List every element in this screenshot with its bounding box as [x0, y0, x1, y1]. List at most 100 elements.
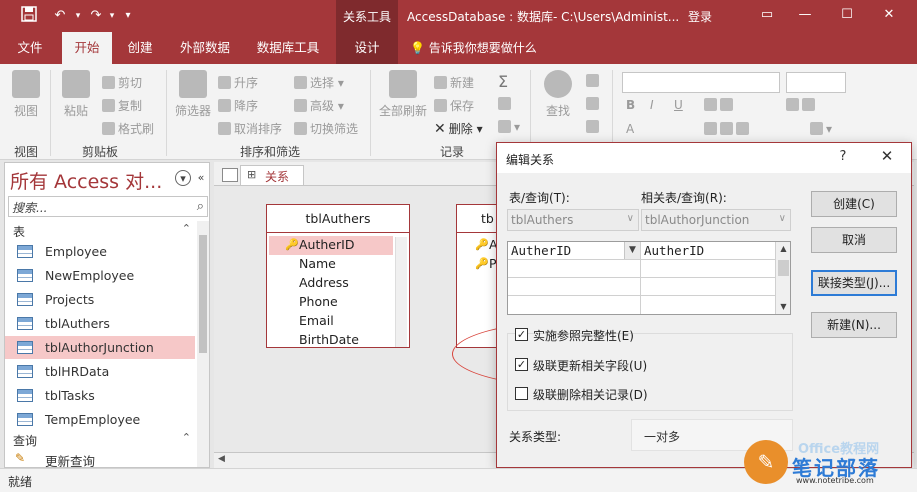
table-query-combo[interactable]: tblAuthers ∨ [507, 209, 639, 231]
nav-item-update-query[interactable]: ✎ 更新查询 [5, 449, 195, 469]
nav-item-projects[interactable]: Projects [5, 288, 195, 311]
create-button[interactable]: 创建(C) [811, 191, 897, 217]
nav-item-tblhrdata[interactable]: tblHRData [5, 360, 195, 383]
cancel-button[interactable]: 取消 [811, 227, 897, 253]
bold-button[interactable]: B [626, 98, 635, 112]
font-size-combo[interactable] [786, 72, 846, 93]
tab-create[interactable]: 创建 [116, 32, 164, 64]
grid-cell-empty[interactable] [641, 296, 776, 314]
grid-scroll-thumb[interactable] [778, 260, 789, 276]
spelling-icon[interactable] [498, 97, 514, 111]
nav-scroll-thumb[interactable] [199, 235, 207, 353]
field-name[interactable]: Name [269, 255, 393, 274]
nav-menu-chevron-icon[interactable]: ▾ [175, 170, 191, 186]
login-link[interactable]: 登录 [688, 8, 712, 25]
redo-icon[interactable]: ↷ [86, 6, 106, 26]
totals-icon[interactable]: Σ [498, 72, 508, 91]
tab-file[interactable]: 文件 [4, 32, 56, 64]
view-button[interactable]: 视图 [8, 70, 44, 119]
grid-cell-empty[interactable] [508, 260, 641, 278]
table-box-tblauthers[interactable]: tblAuthers 🔑 AutherID Name Address Phone … [266, 204, 410, 348]
list-icons[interactable] [786, 98, 818, 112]
tab-external-data[interactable]: 外部数据 [170, 32, 240, 64]
new-record-button[interactable]: 新建 [434, 74, 474, 91]
undo-icon[interactable]: ↶ [50, 6, 70, 26]
delete-button[interactable]: ✕ 删除 ▾ [434, 120, 483, 137]
tell-me-box[interactable]: 💡 告诉我你想要做什么 [410, 32, 537, 64]
join-type-button[interactable]: 联接类型(J)... [811, 270, 897, 296]
font-name-combo[interactable] [622, 72, 780, 93]
tab-home[interactable]: 开始 [62, 32, 112, 64]
font-color-button[interactable]: A [626, 122, 634, 136]
grid-cell-empty[interactable] [508, 296, 641, 314]
paste-button[interactable]: 粘贴 [58, 70, 94, 119]
help-icon[interactable]: ? [833, 149, 853, 164]
field-mapping-grid[interactable]: AutherID ▼ AutherID ▲ ▼ [507, 241, 791, 315]
close-icon[interactable]: ✕ [875, 147, 899, 165]
tab-database-tools[interactable]: 数据库工具 [248, 32, 328, 64]
advanced-button[interactable]: 高级 ▾ [294, 97, 344, 114]
nav-search-input[interactable]: 搜索... ⌕ [8, 196, 208, 217]
collapse-nav-icon[interactable]: « [193, 170, 209, 186]
grid-cell-right[interactable]: AutherID [641, 242, 776, 260]
create-new-button[interactable]: 新建(N)... [811, 312, 897, 338]
field-autherid[interactable]: 🔑 AutherID [269, 236, 393, 255]
nav-item-tblauthorjunction[interactable]: tblAuthorJunction [5, 336, 195, 359]
grid-cell-empty[interactable] [508, 278, 641, 296]
nav-item-employee[interactable]: Employee [5, 240, 195, 263]
nav-item-newemployee[interactable]: NewEmployee [5, 264, 195, 287]
nav-pane-title[interactable]: 所有 Access 对... [10, 167, 178, 194]
grid-cell-empty[interactable] [641, 278, 776, 296]
minimize-icon[interactable]: — [790, 4, 820, 26]
gridlines-icon[interactable]: ▾ [810, 122, 832, 136]
nav-scrollbar[interactable] [197, 221, 209, 467]
table-box-scrollbar[interactable] [395, 237, 407, 347]
selection-button[interactable]: 选择 ▾ [294, 74, 344, 91]
indent-icons[interactable] [704, 98, 736, 112]
nav-section-queries[interactable]: 查询 ⌃ [5, 430, 195, 450]
save-record-button[interactable]: 保存 [434, 97, 474, 114]
italic-button[interactable]: I [650, 98, 654, 112]
grid-cell-empty[interactable] [641, 260, 776, 278]
tab-relationships[interactable]: ⊞ 关系 [240, 165, 304, 185]
scroll-up-icon[interactable]: ▲ [776, 244, 791, 253]
ribbon-display-options-icon[interactable]: ▭ [752, 4, 782, 26]
field-email[interactable]: Email [269, 312, 393, 331]
nav-item-tempemployee[interactable]: TempEmployee [5, 408, 195, 431]
refresh-all-button[interactable]: 全部刷新 [376, 70, 430, 119]
nav-item-tblauthers[interactable]: tblAuthers [5, 312, 195, 335]
cut-button[interactable]: 剪切 [102, 74, 142, 91]
maximize-icon[interactable]: ☐ [832, 4, 862, 26]
format-painter-button[interactable]: 格式刷 [102, 120, 154, 137]
customize-toolbar-icon[interactable]: ▾ [120, 6, 136, 26]
chevron-down-icon[interactable]: ▼ [624, 242, 640, 259]
close-window-icon[interactable]: ✕ [874, 4, 904, 26]
copy-button[interactable]: 复制 [102, 97, 142, 114]
grid-scrollbar[interactable]: ▲ ▼ [775, 242, 790, 314]
filter-button[interactable]: 筛选器 [172, 70, 214, 119]
related-table-combo[interactable]: tblAuthorJunction ∨ [641, 209, 791, 231]
tab-design[interactable]: 设计 [336, 32, 398, 64]
field-birthdate[interactable]: BirthDate [269, 331, 393, 350]
sort-descending-button[interactable]: 降序 [218, 97, 258, 114]
goto-icon[interactable] [586, 97, 602, 111]
sort-ascending-button[interactable]: 升序 [218, 74, 258, 91]
toggle-filter-button[interactable]: 切换筛选 [294, 120, 358, 137]
save-icon[interactable] [18, 6, 40, 26]
align-icons[interactable] [704, 122, 752, 136]
find-button[interactable]: 查找 [538, 70, 578, 119]
undo-dropdown-icon[interactable]: ▾ [72, 6, 84, 26]
field-address[interactable]: Address [269, 274, 393, 293]
grid-cell-left[interactable]: AutherID ▼ [508, 242, 641, 260]
scroll-left-icon[interactable]: ◀ [218, 454, 225, 464]
more-records-icon[interactable]: ▾ [498, 120, 520, 134]
field-phone[interactable]: Phone [269, 293, 393, 312]
select-icon[interactable] [586, 120, 602, 134]
remove-sort-button[interactable]: 取消排序 [218, 120, 282, 137]
search-icon[interactable]: ⌕ [197, 199, 204, 214]
underline-button[interactable]: U [674, 98, 683, 112]
redo-dropdown-icon[interactable]: ▾ [106, 6, 118, 26]
nav-item-tbltasks[interactable]: tblTasks [5, 384, 195, 407]
scroll-down-icon[interactable]: ▼ [776, 302, 791, 311]
replace-icon[interactable] [586, 74, 602, 88]
